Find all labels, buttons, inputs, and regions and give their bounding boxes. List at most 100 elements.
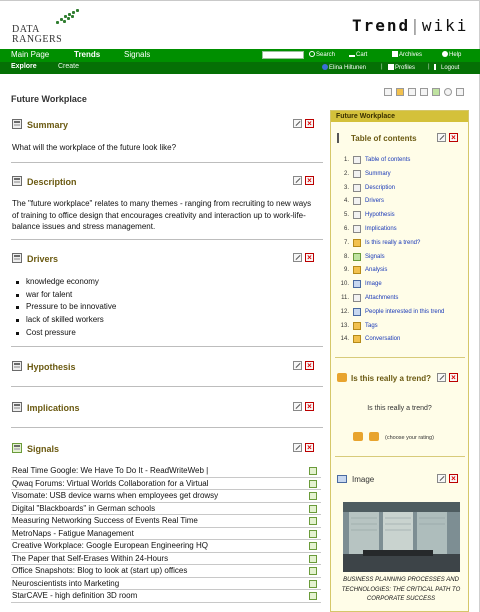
toc-item[interactable]: 1. Table of contents [337,155,465,169]
hypothesis-edit-button[interactable] [293,361,302,370]
drivers-delete-button[interactable]: × [305,253,314,262]
table-row[interactable]: Real Time Google: We Have To Do It - Rea… [11,465,321,478]
toc-item[interactable]: 13. Tags [337,321,465,335]
toc-link[interactable]: People interested in this trend [365,309,444,315]
signal-action-icon[interactable] [309,592,317,600]
tag-icon [353,321,361,330]
implications-delete-button[interactable]: × [305,402,314,411]
toc-link[interactable]: Image [365,281,382,287]
search-link[interactable]: Search [309,51,335,58]
cart-link[interactable]: Cart [349,51,367,58]
search-input[interactable] [262,51,304,59]
signal-title: StarCAVE - high definition 3D room [12,591,138,600]
table-row[interactable]: Office Snapshots: Blog to look at (start… [11,565,321,578]
toc-link[interactable]: Is this really a trend? [365,240,420,246]
subnav-create[interactable]: Create [58,63,79,70]
thumbs-down-icon[interactable] [369,432,379,441]
toc-item[interactable]: 10. Image [337,279,465,293]
image-delete-button[interactable]: × [449,474,458,483]
toc-delete-button[interactable]: × [449,133,458,142]
toc-link[interactable]: Analysis [365,267,387,273]
signal-action-icon[interactable] [309,467,317,475]
toc-link[interactable]: Drivers [365,198,384,204]
description-edit-button[interactable] [293,176,302,185]
signals-edit-button[interactable] [293,443,302,452]
toc-item[interactable]: 12. People interested in this trend [337,307,465,321]
logout-link[interactable]: Logout [434,64,459,71]
add-signal-icon[interactable] [432,88,440,96]
trend-box-delete-button[interactable]: × [449,373,458,382]
user-link[interactable]: Elina Hiltunen [322,64,366,71]
signal-action-icon[interactable] [309,479,317,488]
rss-icon[interactable] [456,88,464,96]
toc-link[interactable]: Tags [365,323,378,329]
trend-box-edit-button[interactable] [437,373,446,382]
signal-action-icon[interactable] [309,517,317,525]
toc-item[interactable]: 5. Hypothesis [337,210,465,224]
summary-edit-button[interactable] [293,119,302,128]
drivers-list: knowledge economy war for talent Pressur… [16,276,116,340]
signal-action-icon[interactable] [309,492,317,500]
subnav-explore[interactable]: Explore [11,63,37,70]
archives-link[interactable]: Archives [392,51,422,58]
table-row[interactable]: Neuroscientists into Marketing [11,578,321,590]
history-icon[interactable] [444,88,452,96]
nav-signals[interactable]: Signals [124,50,150,59]
description-delete-button[interactable]: × [305,176,314,185]
analysis-icon [353,266,361,275]
signal-action-icon[interactable] [309,529,317,538]
signal-action-icon[interactable] [309,542,317,550]
hypothesis-delete-button[interactable]: × [305,361,314,370]
toc-link[interactable]: Conversation [365,336,400,342]
toc-item[interactable]: 3. Description [337,183,465,197]
profiles-link[interactable]: Profiles [388,64,415,71]
toc-item[interactable]: 7. Is this really a trend? [337,238,465,252]
table-row[interactable]: Measuring Networking Success of Events R… [11,515,321,528]
toc-link[interactable]: Attachments [365,295,398,301]
toc-item[interactable]: 2. Summary [337,169,465,183]
logout-icon [434,64,440,70]
thumbs-up-icon[interactable] [353,432,363,441]
app-name-a: Trend [352,16,411,35]
table-row[interactable]: Qwaq Forums: Virtual Worlds Collaboratio… [11,478,321,490]
table-row[interactable]: The Paper that Self-Erases Within 24-Hou… [11,553,321,565]
description-section-icon [12,176,22,186]
toc-item[interactable]: 9. Analysis [337,265,465,279]
table-row[interactable]: Digital "Blackboards" in German schools [11,503,321,515]
signal-action-icon[interactable] [309,579,317,588]
summary-delete-button[interactable]: × [305,119,314,128]
toc-item[interactable]: 11. Attachments [337,293,465,307]
table-row[interactable]: StarCAVE - high definition 3D room [11,590,321,603]
signals-delete-button[interactable]: × [305,443,314,452]
signal-action-icon[interactable] [309,504,317,513]
email-icon[interactable] [420,88,428,96]
print-icon[interactable] [408,88,416,96]
help-link[interactable]: Help [442,51,461,58]
nav-main-page[interactable]: Main Page [11,50,49,59]
table-row[interactable]: Visomate: USB device warns when employee… [11,490,321,503]
table-row[interactable]: Creative Workplace: Google European Engi… [11,540,321,553]
signal-action-icon[interactable] [309,567,317,575]
edit-page-icon[interactable] [384,88,392,96]
toc-item[interactable]: 14. Conversation [337,334,465,348]
toc-link[interactable]: Summary [365,171,391,177]
office-image[interactable] [343,502,460,572]
data-rangers-logo[interactable]: DATA RANGERS [12,9,87,45]
trendwiki-logo[interactable]: Trend|wiki [352,16,468,35]
bookmark-icon[interactable] [396,88,404,96]
toc-item[interactable]: 6. Implications [337,224,465,238]
image-edit-button[interactable] [437,474,446,483]
toc-item[interactable]: 8. Signals [337,252,465,266]
nav-trends[interactable]: Trends [74,50,100,59]
toc-edit-button[interactable] [437,133,446,142]
toc-link[interactable]: Implications [365,226,397,232]
drivers-edit-button[interactable] [293,253,302,262]
toc-link[interactable]: Hypothesis [365,212,395,218]
implications-edit-button[interactable] [293,402,302,411]
toc-link[interactable]: Signals [365,254,385,260]
toc-link[interactable]: Table of contents [365,157,410,163]
toc-item[interactable]: 4. Drivers [337,196,465,210]
signal-action-icon[interactable] [309,554,317,563]
toc-link[interactable]: Description [365,185,395,191]
table-row[interactable]: MetroNaps - Fatigue Management [11,528,321,540]
